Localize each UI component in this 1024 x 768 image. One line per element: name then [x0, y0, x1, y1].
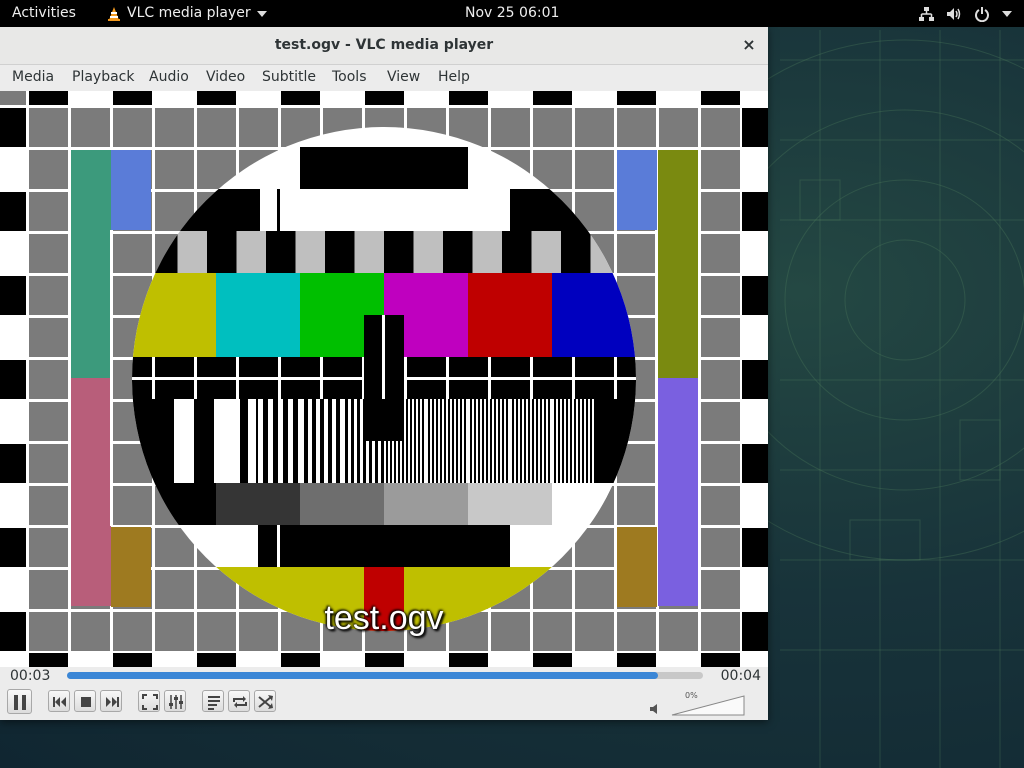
next-icon [106, 697, 119, 707]
network-icon [919, 6, 934, 21]
power-icon [975, 6, 989, 22]
stop-icon [81, 697, 91, 707]
loop-icon [233, 696, 247, 708]
clock[interactable]: Nov 25 06:01 [465, 0, 559, 27]
activities-button[interactable]: Activities [12, 0, 76, 27]
menu-video[interactable]: Video [206, 69, 245, 85]
seek-slider[interactable] [67, 672, 703, 679]
menu-playback[interactable]: Playback [72, 69, 134, 85]
extended-settings-button[interactable] [164, 690, 186, 712]
window-title: test.ogv - VLC media player [274, 37, 494, 53]
fullscreen-icon [142, 694, 158, 710]
previous-button[interactable] [48, 690, 70, 712]
top-bar: Activities VLC media player Nov 25 06:01 [0, 0, 1024, 27]
title-bar[interactable]: test.ogv - VLC media player × [0, 27, 768, 65]
chevron-down-icon [256, 10, 267, 17]
menu-tools[interactable]: Tools [332, 69, 367, 85]
extended-settings-icon [169, 695, 183, 709]
app-menu-label: VLC media player [127, 5, 251, 21]
system-menu[interactable] [918, 0, 1012, 27]
mute-icon[interactable] [649, 703, 661, 715]
elapsed-time: 00:03 [10, 668, 51, 684]
subtitle-text: test.ogv [324, 599, 444, 637]
total-time[interactable]: 00:04 [721, 668, 761, 684]
vlc-window: test.ogv - VLC media player × Media Play… [0, 27, 768, 720]
chevron-down-icon [1002, 10, 1012, 17]
loop-button[interactable] [228, 690, 250, 712]
video-area[interactable]: test.ogv [0, 91, 768, 667]
menu-audio[interactable]: Audio [149, 69, 189, 85]
playlist-button[interactable] [202, 690, 224, 712]
playlist-icon [208, 696, 220, 710]
menu-bar: Media Playback Audio Video Subtitle Tool… [0, 65, 768, 91]
test-card-image [0, 91, 768, 667]
volume-slider[interactable] [670, 694, 746, 716]
menu-view[interactable]: View [387, 69, 420, 85]
menu-media[interactable]: Media [12, 69, 54, 85]
seek-progress [67, 672, 659, 679]
vlc-cone-icon [108, 6, 120, 21]
shuffle-button[interactable] [254, 690, 276, 712]
menu-help[interactable]: Help [438, 69, 470, 85]
fullscreen-button[interactable] [138, 690, 160, 712]
stop-button[interactable] [74, 690, 96, 712]
pause-icon [14, 695, 26, 710]
controls-bar: 00:03 00:04 0% [0, 667, 768, 720]
pause-button[interactable] [7, 689, 32, 714]
next-button[interactable] [100, 690, 122, 712]
menu-subtitle[interactable]: Subtitle [262, 69, 316, 85]
shuffle-icon [258, 695, 273, 709]
app-menu[interactable]: VLC media player [107, 0, 267, 27]
previous-icon [53, 697, 66, 707]
volume-icon [947, 7, 961, 20]
close-icon[interactable]: × [740, 36, 758, 54]
